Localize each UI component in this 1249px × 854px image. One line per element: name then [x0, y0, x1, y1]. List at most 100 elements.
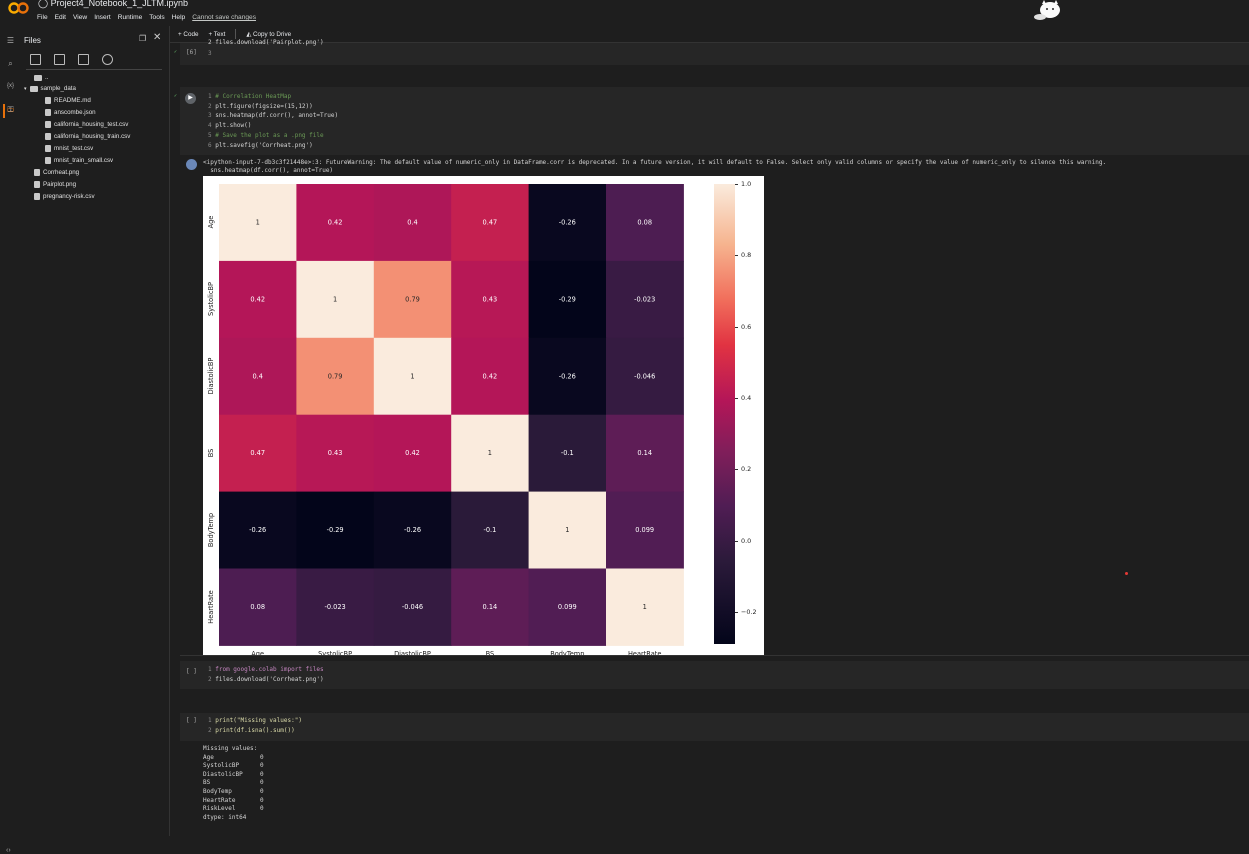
hide-files-icon[interactable]: [102, 54, 113, 65]
add-text-button[interactable]: + Text: [208, 31, 225, 38]
heatmap-cell-label: -0.29: [327, 526, 344, 534]
copy-to-drive-label: Copy to Drive: [252, 30, 292, 38]
file-icon: [45, 157, 51, 164]
cursor-indicator: [1125, 572, 1128, 575]
cell-code[interactable]: 1 # Correlation HeatMap 2 plt.figure(fig…: [208, 92, 338, 150]
tree-item-label: mnist_train_small.csv: [54, 157, 114, 164]
output-menu-icon[interactable]: [186, 159, 197, 170]
code-snippets-icon[interactable]: ‹›: [6, 847, 11, 854]
notebook-title[interactable]: ◯ Project4_Notebook_1_JLTM.ipynb: [38, 0, 188, 9]
y-tick-label: BodyTemp: [207, 512, 215, 548]
menu-runtime[interactable]: Runtime: [118, 14, 143, 21]
colorbar-tick-label: 0.4: [741, 393, 752, 402]
run-cell-icon[interactable]: ▶: [185, 93, 196, 104]
tree-item-ca-housing-test[interactable]: california_housing_test.csv: [45, 121, 128, 128]
table-of-contents-icon[interactable]: ☰: [5, 35, 16, 46]
tree-item-pairplot[interactable]: Pairplot.png: [34, 181, 76, 188]
tree-item-corrheat[interactable]: Corrheat.png: [34, 169, 79, 176]
cell-code[interactable]: 1 from google.colab import files 2 files…: [208, 665, 324, 684]
warning-line: <ipython-input-7-db3c3f21448e>:3: Future…: [203, 159, 1107, 166]
divider: [180, 655, 1249, 656]
tree-item-label: california_housing_train.csv: [54, 133, 131, 140]
missing-values-output: Missing values: Age 0 SystolicBP 0 Diastol…: [203, 745, 264, 822]
code-cell-download[interactable]: [ ] 1 from google.colab import files 2 f…: [180, 661, 1249, 689]
notebook-area: ✓ [6] 2 files.download('Pairplot.png') 3…: [170, 39, 1249, 836]
heatmap-cell-label: -0.1: [483, 526, 496, 534]
menu-view[interactable]: View: [73, 14, 87, 21]
new-folder-icon[interactable]: [54, 54, 65, 65]
mount-drive-icon[interactable]: [78, 54, 89, 65]
code-line: plt.savefig('Corrheat.png'): [215, 141, 313, 149]
colorbar-tick-label: 0.2: [741, 465, 752, 474]
heatmap-cell-label: 1: [333, 295, 337, 303]
divider: [26, 69, 162, 70]
tree-item-mnist-test[interactable]: mnist_test.csv: [45, 145, 93, 152]
add-code-button[interactable]: + Code: [178, 31, 198, 38]
file-icon: [34, 181, 40, 188]
tree-item-sample-data[interactable]: ▾ sample_data: [24, 85, 76, 92]
code-line: print(df.isna().sum()): [215, 726, 295, 734]
upload-file-icon[interactable]: [30, 54, 41, 65]
heatmap-cell-label: 0.099: [635, 526, 654, 534]
y-tick-label: Age: [207, 216, 215, 229]
tree-item-mnist-train-small[interactable]: mnist_train_small.csv: [45, 157, 113, 164]
heatmap-cell-label: -0.023: [634, 295, 655, 303]
heatmap-cell-label: 0.08: [250, 603, 265, 611]
y-tick-label: DiastolicBP: [207, 357, 215, 395]
tree-item-pregnancy-risk[interactable]: pregnancy-risk.csv: [34, 193, 95, 200]
code-cell-heatmap[interactable]: ✓ ▶ 1 # Correlation HeatMap 2 plt.figure…: [174, 87, 1249, 155]
output-row: DiastolicBP 0: [203, 771, 264, 780]
tree-item-readme[interactable]: README.md: [45, 97, 91, 104]
top-bar: ◯ Project4_Notebook_1_JLTM.ipynb File Ed…: [0, 0, 1249, 26]
close-icon[interactable]: ✕: [153, 32, 161, 43]
search-icon[interactable]: ⌕: [5, 58, 16, 69]
tree-parent[interactable]: ..: [34, 74, 48, 81]
output-key: BS: [203, 779, 211, 787]
code-line: from google.colab import files: [215, 666, 324, 673]
heatmap-cell-label: -0.046: [402, 603, 423, 611]
check-icon: ✓: [174, 49, 178, 55]
heatmap-cell-label: -0.26: [559, 218, 576, 226]
file-icon: [45, 97, 51, 104]
output-value: 0: [260, 770, 264, 778]
menu-edit[interactable]: Edit: [55, 14, 66, 21]
menu-insert[interactable]: Insert: [94, 14, 111, 21]
chevron-down-icon[interactable]: ▾: [24, 86, 27, 92]
colab-logo-icon[interactable]: [8, 2, 30, 14]
code-cell-missing[interactable]: [ ] 1 print("Missing values:") 2 print(d…: [180, 713, 1249, 741]
tree-item-label: mnist_test.csv: [54, 145, 94, 152]
check-icon: ✓: [174, 93, 178, 99]
tree-item-ca-housing-train[interactable]: california_housing_train.csv: [45, 133, 130, 140]
notebook-title-text[interactable]: Project4_Notebook_1_JLTM.ipynb: [51, 0, 188, 8]
colorbar-tick: [735, 184, 738, 185]
drive-icon: ◭: [246, 30, 253, 38]
heatmap-cell-label: -0.1: [561, 449, 574, 457]
tree-item-label: Pairplot.png: [43, 181, 77, 188]
files-icon[interactable]: ▭: [3, 104, 16, 118]
colorbar-tick: [735, 255, 738, 257]
tree-item-anscombe[interactable]: anscombe.json: [45, 109, 96, 116]
heatmap-cell-label: 0.42: [483, 372, 498, 380]
unsaved-notice[interactable]: Cannot save changes: [192, 14, 256, 21]
heatmap-cell-label: 1: [643, 603, 647, 611]
cell-code-partial: 2 files.download('Pairplot.png'): [208, 39, 324, 46]
cell-code[interactable]: 1 print("Missing values:") 2 print(df.is…: [208, 716, 302, 735]
open-in-new-tab-icon[interactable]: ❐: [139, 34, 146, 43]
menu-tools[interactable]: Tools: [149, 14, 164, 21]
file-icon: [45, 145, 51, 152]
colorbar-tick: [735, 540, 738, 542]
menu-file[interactable]: File: [37, 14, 48, 21]
menu-help[interactable]: Help: [172, 14, 186, 21]
output-row: BS 0: [203, 779, 264, 788]
y-tick-label: BS: [207, 448, 215, 458]
heatmap-svg: 1 0.42 0.4 0.47 -0.26 0.08 0.42 1 0.79 0.43 -0.29 -…: [219, 184, 684, 646]
cell-exec-count: [ ]: [186, 668, 197, 675]
copy-to-drive-button[interactable]: ◭ Copy to Drive: [246, 31, 291, 38]
variables-icon[interactable]: {x}: [5, 81, 16, 92]
files-panel-title: Files: [24, 36, 41, 45]
code-line: plt.figure(figsize=(15,12)): [215, 102, 313, 110]
heatmap-cell-label: 0.47: [483, 218, 498, 226]
colorbar-tick-label: 1.0: [741, 180, 752, 188]
code-line: sns.heatmap(df.corr(), annot=True): [215, 112, 339, 120]
code-cell-previous[interactable]: ✓ [6] 2 files.download('Pairplot.png') 3: [174, 39, 1249, 65]
